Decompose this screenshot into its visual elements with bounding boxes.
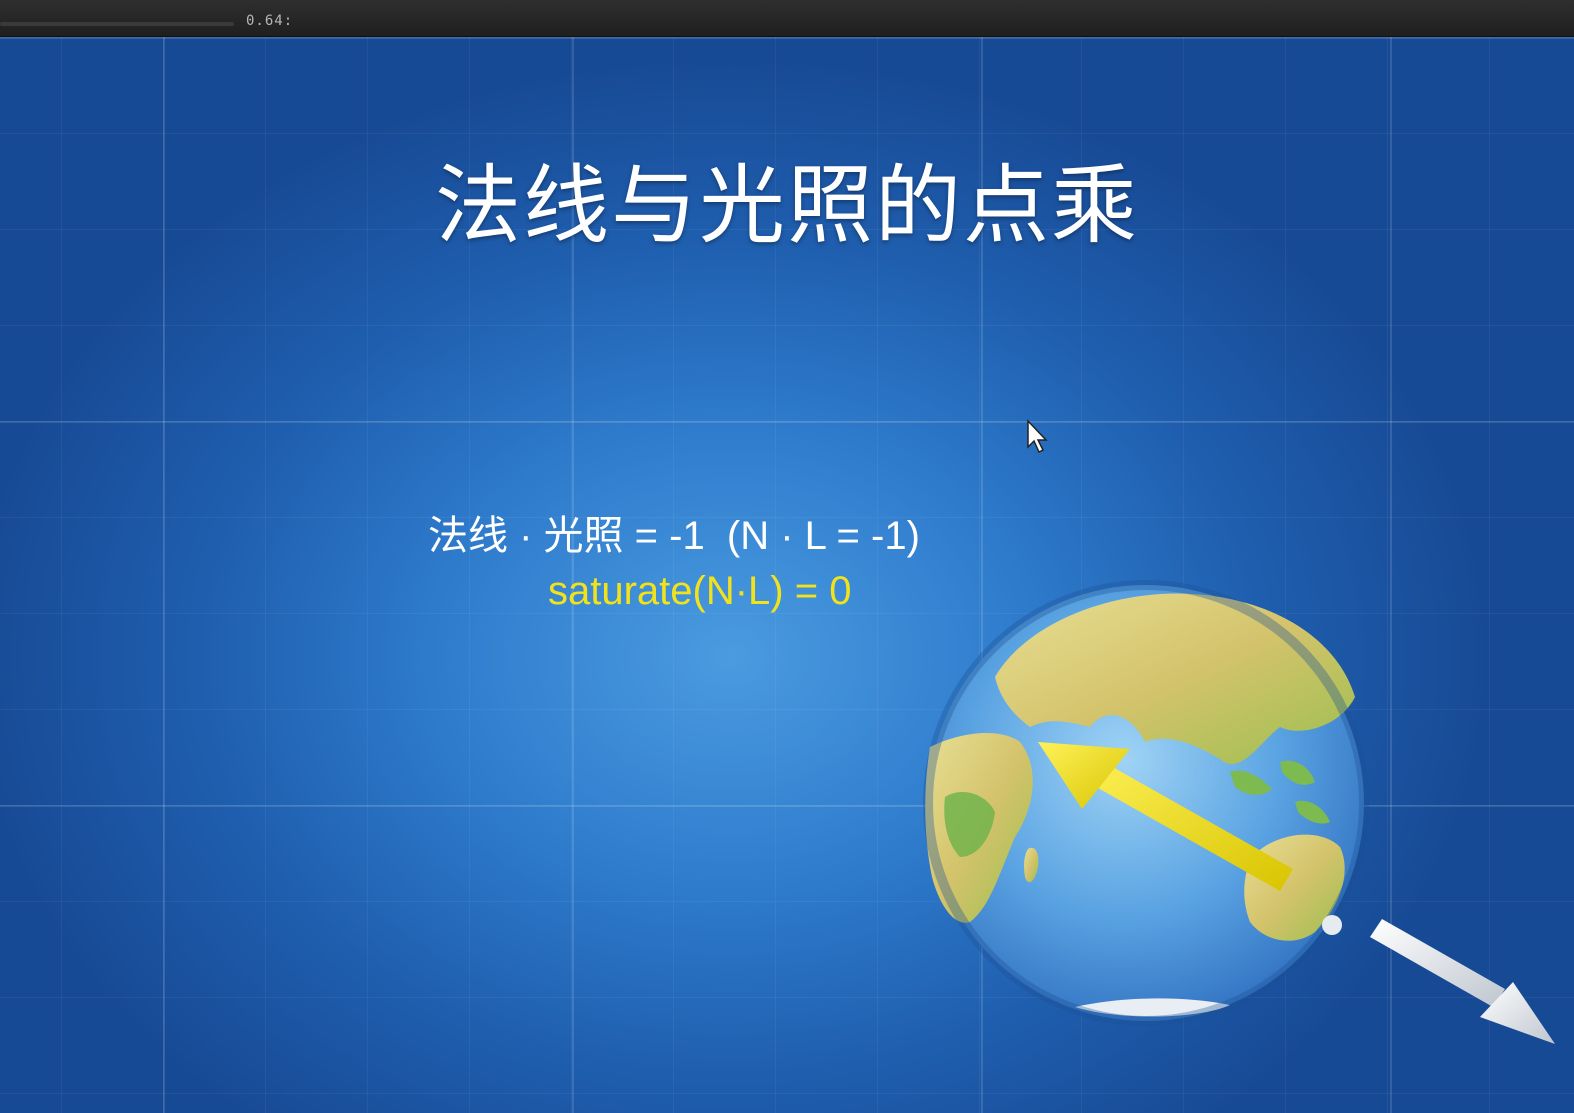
slide-canvas: 法线与光照的点乘 法线 · 光照 = -1 (N · L = -1) satur… <box>0 37 1574 1113</box>
playback-progress-bar[interactable] <box>0 22 234 26</box>
earth-globe-icon <box>923 580 1555 1044</box>
time-readout: 0.64: <box>246 13 294 29</box>
mouse-cursor-icon <box>1027 419 1048 454</box>
saturate-formula: saturate(N·L) = 0 <box>548 569 852 613</box>
light-arrow-base <box>1322 915 1342 935</box>
dot-product-formula: 法线 · 光照 = -1 (N · L = -1) <box>428 514 920 558</box>
earth-globe-illustration <box>900 527 1574 1067</box>
player-toolbar: 0.64: <box>0 0 1574 37</box>
slide-title: 法线与光照的点乘 <box>435 156 1139 256</box>
light-arrow-shaft <box>1370 919 1505 1007</box>
